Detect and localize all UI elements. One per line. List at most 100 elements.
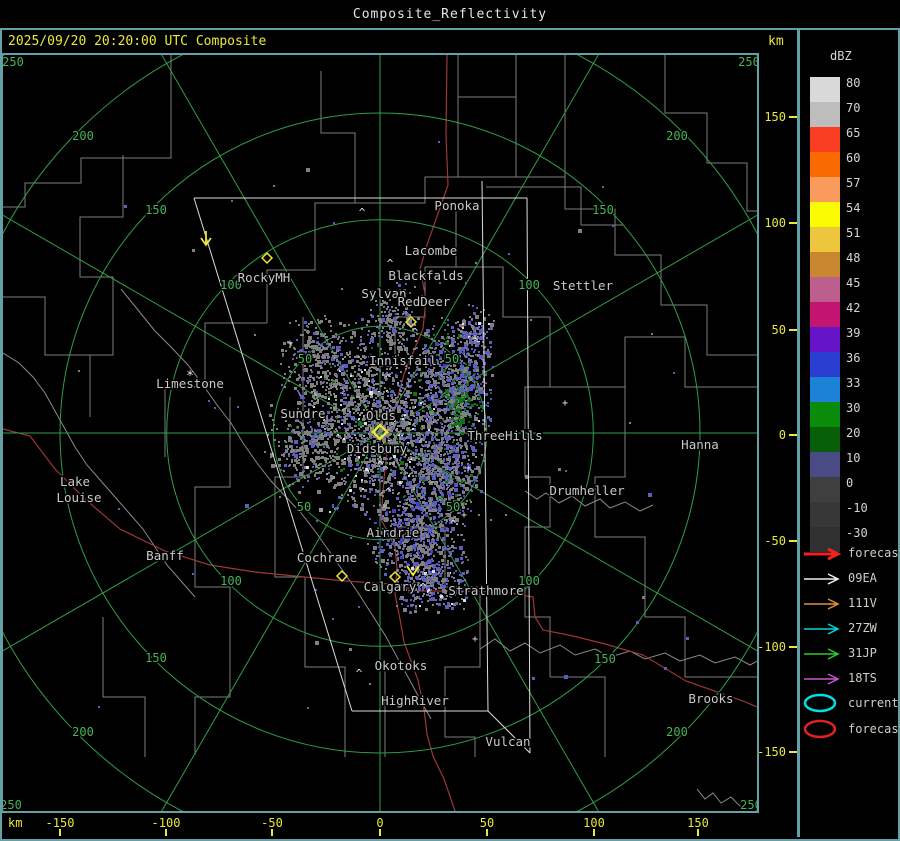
- caret-marker: ^: [450, 518, 457, 531]
- city-label: HighRiver: [381, 693, 449, 708]
- city-label: Ponoka: [434, 198, 479, 213]
- legend-arrow-icon: [801, 596, 845, 615]
- colorbar-swatch: [810, 202, 840, 227]
- right-axis-tick-label: 0: [778, 428, 786, 442]
- caret-marker: ^: [359, 206, 366, 219]
- right-axis-tick-label: -150: [757, 745, 786, 759]
- legend-arrow-label: 09EA: [848, 571, 877, 585]
- ring-distance-label: 100: [518, 278, 540, 292]
- legend-arrow-label: 111V: [848, 596, 877, 610]
- colorbar-swatch: [810, 277, 840, 302]
- colorbar-value-label: 33: [846, 376, 861, 390]
- right-axis-tick-label: 100: [764, 216, 786, 230]
- county-boundary-line: [102, 617, 146, 757]
- county-boundary-line: [266, 71, 356, 323]
- city-label: Blackfalds: [388, 268, 463, 283]
- caret-marker: ^: [356, 667, 363, 680]
- colorbar-value-label: 60: [846, 151, 861, 165]
- city-label: Banff: [146, 548, 184, 563]
- colorbar-swatch: [810, 127, 840, 152]
- city-label: Vulcan: [485, 734, 530, 749]
- colorbar-value-label: 10: [846, 451, 861, 465]
- county-boundary-line: [457, 55, 517, 98]
- legend-ellipse-icon: [801, 718, 845, 744]
- timestamp-label: 2025/09/20 20:20:00 UTC Composite: [8, 34, 267, 49]
- plus-marker: +: [287, 338, 293, 349]
- city-label: Hanna: [681, 437, 719, 452]
- colorbar-swatch: [810, 177, 840, 202]
- city-label: Innisfail: [369, 353, 437, 368]
- legend-arrow-label: 31JP: [848, 646, 877, 660]
- city-label: Olds: [366, 408, 396, 423]
- ring-distance-label: 250: [740, 798, 757, 811]
- right-axis-tick: [789, 434, 797, 436]
- bottom-axis-tick-label: -50: [261, 816, 283, 830]
- caret-marker: ^: [385, 486, 392, 499]
- city-label: Brooks: [688, 691, 733, 706]
- plus-marker: +: [472, 634, 478, 645]
- right-axis-tick: [789, 540, 797, 542]
- colorbar-value-label: 20: [846, 426, 861, 440]
- caret-marker: ^: [387, 257, 394, 270]
- ring-distance-label: 200: [666, 725, 688, 739]
- colorbar-value-label: 45: [846, 276, 861, 290]
- colorbar-value-label: 57: [846, 176, 861, 190]
- colorbar-swatch: [810, 302, 840, 327]
- city-label: RockyMH: [238, 270, 291, 285]
- county-boundary-line: [79, 155, 124, 417]
- colorbar-value-label: 48: [846, 251, 861, 265]
- colorbar-swatch: [810, 452, 840, 477]
- city-label: RedDeer: [398, 294, 451, 309]
- ring-distance-label: 200: [72, 725, 94, 739]
- county-boundary-line: [457, 97, 517, 178]
- bottom-axis-tick: [165, 829, 167, 836]
- right-axis-tick-label: -50: [764, 534, 786, 548]
- ring-distance-label: 50: [297, 500, 311, 514]
- star-marker: *: [471, 334, 479, 349]
- star-marker: *: [186, 369, 194, 384]
- legend-arrow-label: 27ZW: [848, 621, 877, 635]
- panel-divider: [797, 29, 800, 837]
- city-label: Strathmore: [448, 583, 523, 598]
- right-axis-tick: [789, 116, 797, 118]
- colorbar-swatch: [810, 427, 840, 452]
- ring-distance-label: 150: [594, 652, 616, 666]
- legend-arrow-icon: [801, 546, 845, 565]
- legend-ellipse-label: forecast: [848, 722, 900, 736]
- bottom-axis-unit-label: km: [8, 816, 23, 830]
- colorbar-swatch: [810, 327, 840, 352]
- ring-distance-label: 100: [220, 574, 242, 588]
- caret-marker: ^: [377, 459, 384, 472]
- colorbar-value-label: -30: [846, 526, 868, 540]
- bottom-axis-tick: [697, 829, 699, 836]
- ring-distance-label: 250: [3, 55, 24, 69]
- ring-distance-label: 200: [72, 129, 94, 143]
- bottom-axis-tick-label: -150: [45, 816, 75, 830]
- ring-distance-label: 50: [446, 500, 460, 514]
- colorbar-swatch: [810, 352, 840, 377]
- colorbar-swatch: [810, 102, 840, 127]
- radar-map-viewport[interactable]: 50 50 50 50 100 100 100 100 150 150 150 150 200 200 20…: [1, 53, 759, 813]
- scan-coverage-outline: [481, 180, 489, 712]
- radar-map-canvas[interactable]: 50 5050 50100 100100 100150 150150 150200 20020…: [3, 55, 757, 811]
- colorbar-value-label: 54: [846, 201, 861, 215]
- plus-marker: +: [562, 398, 568, 409]
- bottom-axis-tick: [593, 829, 595, 836]
- city-label: Calgary: [364, 579, 417, 594]
- titlebar-divider: [0, 28, 900, 30]
- city-label: Lake: [60, 474, 90, 489]
- colorbar-value-label: 42: [846, 301, 861, 315]
- bottom-axis-tick: [271, 829, 273, 836]
- site-diamond-marker: [335, 569, 349, 583]
- colorbar-swatch: [810, 502, 840, 527]
- colorbar-swatch: [810, 477, 840, 502]
- colorbar-value-label: 70: [846, 101, 861, 115]
- city-label: Cochrane: [297, 550, 357, 565]
- legend-arrow-icon: [801, 571, 845, 590]
- right-axis-tick: [789, 329, 797, 331]
- plus-marker: +: [465, 463, 471, 474]
- bottom-axis-tick-label: 100: [583, 816, 605, 830]
- city-label: Lacombe: [405, 243, 458, 258]
- colorbar-swatch: [810, 227, 840, 252]
- ring-distance-label: 250: [738, 55, 757, 69]
